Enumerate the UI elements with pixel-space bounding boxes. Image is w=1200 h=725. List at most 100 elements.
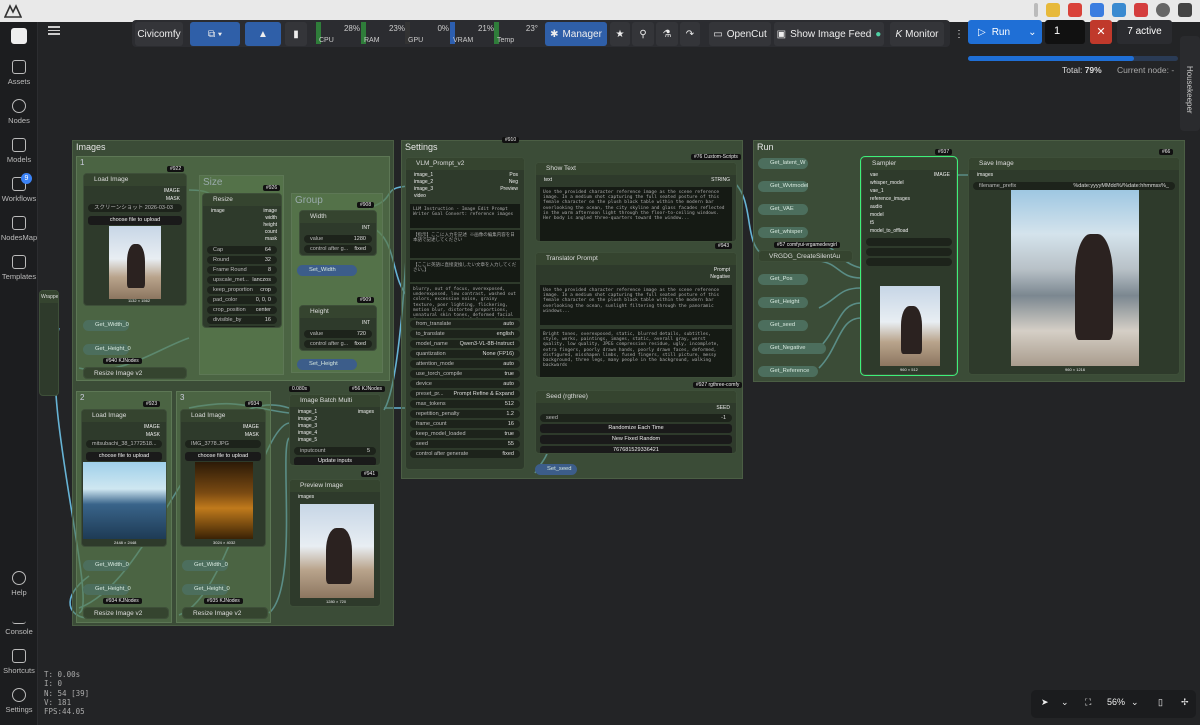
- image-select[interactable]: mitsubachi_38_1772518...: [86, 440, 162, 448]
- output-preview[interactable]: Preview: [500, 186, 518, 192]
- chevron-down-icon[interactable]: ⌄: [1028, 27, 1036, 38]
- output-count[interactable]: count: [265, 229, 277, 235]
- image-select[interactable]: IMG_3778.JPG: [185, 440, 261, 448]
- node-get-pos[interactable]: Get_Pos: [758, 274, 808, 285]
- input-model-to-offload[interactable]: model_to_offload: [870, 228, 908, 234]
- pointer-tool-icon[interactable]: ➤: [1041, 697, 1049, 708]
- node-get-height-2[interactable]: Get_Height_0: [83, 584, 131, 595]
- input-image-2[interactable]: image_2: [298, 416, 317, 422]
- widget-quantization[interactable]: quantization None (FP16): [410, 350, 520, 358]
- node-save-image[interactable]: Save Image images filename_prefix %date:y…: [968, 157, 1180, 375]
- node-get-height-3[interactable]: Get_Height_0: [182, 584, 230, 595]
- sidebar-item-settings[interactable]: Settings: [0, 688, 38, 714]
- output-height[interactable]: height: [263, 222, 277, 228]
- translated-negative-text[interactable]: Bright tones, overexposed, static, blurr…: [540, 329, 732, 377]
- active-queue-button[interactable]: 7 active: [1117, 20, 1172, 44]
- widget-inputcount[interactable]: inputcount 5: [294, 447, 376, 455]
- widget-hidden-3[interactable]: [866, 258, 952, 266]
- input-images[interactable]: images: [298, 494, 314, 500]
- output-int[interactable]: INT: [362, 225, 370, 231]
- widget-value[interactable]: value 720: [304, 330, 372, 338]
- node-partial-wrapper[interactable]: Wrapper: [39, 290, 59, 396]
- widget-seed[interactable]: seed 55: [410, 440, 520, 448]
- node-image-batch-multi[interactable]: Image Batch Multi image_1 image_2 image_…: [289, 394, 381, 466]
- widget-round[interactable]: Round 32: [207, 256, 277, 264]
- node-get-width-2[interactable]: Get_Width_0: [83, 560, 129, 571]
- output-int[interactable]: INT: [362, 320, 370, 326]
- widget-upscale-method[interactable]: upscale_met... lanczos: [207, 276, 277, 284]
- input-image-1[interactable]: image_1: [298, 409, 317, 415]
- update-inputs-button[interactable]: Update inputs: [294, 457, 376, 465]
- node-get-negative[interactable]: Get_Negative: [758, 343, 826, 354]
- input-audio[interactable]: audio: [870, 204, 882, 210]
- stop-button[interactable]: ✕: [1090, 20, 1112, 44]
- sidebar-item-nodesmap[interactable]: NodesMap: [0, 216, 38, 242]
- node-get-width-1[interactable]: Get_Width_0: [83, 320, 129, 331]
- sidebar-item-models[interactable]: Models: [0, 138, 38, 164]
- output-width[interactable]: width: [265, 215, 277, 221]
- minimap-icon[interactable]: ▯: [1158, 697, 1163, 708]
- output-mask[interactable]: mask: [265, 236, 277, 242]
- crystools-logo-icon[interactable]: ▲: [245, 22, 281, 46]
- node-vlm-prompt[interactable]: VLM_Prompt_v2 image_1 image_2 image_3 vi…: [405, 157, 525, 470]
- civicomfy-button[interactable]: Civicomfy: [135, 22, 183, 46]
- input-whisper-model[interactable]: whisper_model: [870, 180, 904, 186]
- zoom-level[interactable]: 56%: [1107, 697, 1125, 707]
- widget-preset-prompt[interactable]: preset_pr... Prompt Refine & Expand: [410, 390, 520, 398]
- drag-handle-icon[interactable]: ⋮: [954, 22, 964, 46]
- input-video[interactable]: video: [414, 193, 426, 199]
- output-image[interactable]: IMAGE: [144, 424, 160, 430]
- widget-hidden-1[interactable]: [866, 238, 952, 246]
- widget-use-torch-compile[interactable]: use_torch_compile true: [410, 370, 520, 378]
- widget-frame-round[interactable]: Frame Round 8: [207, 266, 277, 274]
- randomize-each-time-button[interactable]: Randomize Each Time: [540, 424, 732, 433]
- node-get-wvtmodel[interactable]: Get_Wvtmodel: [758, 181, 808, 192]
- upload-button[interactable]: choose file to upload: [88, 216, 182, 225]
- tray-eraser-icon[interactable]: [1090, 3, 1104, 17]
- input-image-1[interactable]: image_1: [414, 172, 433, 178]
- node-get-latent-w[interactable]: Get_latent_W: [758, 158, 808, 169]
- node-get-width-3[interactable]: Get_Width_0: [182, 560, 228, 571]
- widget-control-after-generate[interactable]: control after g... fixed: [304, 340, 372, 348]
- widget-divisible-by[interactable]: divisible_by 16: [207, 316, 277, 324]
- flask-alt-icon[interactable]: ⚗: [656, 22, 678, 46]
- system-prompt-textarea[interactable]: LLM Instruction - Image Edit Prompt Writ…: [410, 204, 520, 228]
- widget-device[interactable]: device auto: [410, 380, 520, 388]
- node-vrgdg-create-silent-audio[interactable]: VRGDG_CreateSilentAu: [758, 250, 853, 262]
- input-vae[interactable]: vae: [870, 172, 878, 178]
- widget-control-after-generate[interactable]: control after generate fixed: [410, 450, 520, 458]
- tray-dots-icon[interactable]: [1034, 3, 1038, 17]
- input-text[interactable]: text: [544, 177, 552, 183]
- input-image-3[interactable]: image_3: [298, 423, 317, 429]
- widget-filename-prefix[interactable]: filename_prefix %date:yyyyMMdd%/%date:hhm…: [973, 182, 1175, 190]
- queue-mode-button[interactable]: ⧉ ▾: [190, 22, 240, 46]
- widget-hidden-2[interactable]: [866, 248, 952, 256]
- tray-monitor-icon[interactable]: [1112, 3, 1126, 17]
- node-get-height[interactable]: Get_Height: [758, 297, 808, 308]
- node-get-reference[interactable]: Get_Reference: [758, 366, 818, 377]
- sidebar-item-workflows[interactable]: 9 Workflows: [0, 173, 38, 203]
- tray-gear-icon[interactable]: [1156, 3, 1170, 17]
- node-load-image-2[interactable]: Load Image IMAGE MASK mitsubachi_38_1772…: [81, 409, 167, 547]
- menu-icon[interactable]: [48, 24, 60, 37]
- node-width[interactable]: Width INT value 1280 control after g... fi…: [299, 210, 377, 256]
- node-resize-image-v2-3[interactable]: Resize Image v2: [182, 607, 268, 619]
- output-mask[interactable]: MASK: [146, 432, 160, 438]
- output-pos[interactable]: Pos: [509, 172, 518, 178]
- output-mask[interactable]: MASK: [166, 196, 180, 202]
- opencut-button[interactable]: ▭ OpenCut: [709, 22, 771, 46]
- sidebar-item-help[interactable]: Help: [0, 571, 38, 597]
- widget-repetition-penalty[interactable]: repetition_penalty 1.2: [410, 410, 520, 418]
- node-load-image-3[interactable]: Load Image IMAGE MASK IMG_3778.JPG choos…: [180, 409, 266, 547]
- output-negative[interactable]: Negative: [710, 274, 730, 280]
- upload-button[interactable]: choose file to upload: [86, 452, 162, 461]
- node-set-seed[interactable]: Set_seed: [535, 464, 577, 475]
- share-icon[interactable]: ↷: [680, 22, 700, 46]
- show-image-feed-button[interactable]: ▣ Show Image Feed ●: [774, 22, 884, 46]
- widget-attention-mode[interactable]: attention_mode auto: [410, 360, 520, 368]
- sidebar-item-nodes[interactable]: Nodes: [0, 99, 38, 125]
- output-neg[interactable]: Neg: [509, 179, 518, 185]
- output-image[interactable]: IMAGE: [243, 424, 259, 430]
- input-vae-1[interactable]: vae_1: [870, 188, 884, 194]
- queue-count-input[interactable]: 1: [1045, 20, 1085, 44]
